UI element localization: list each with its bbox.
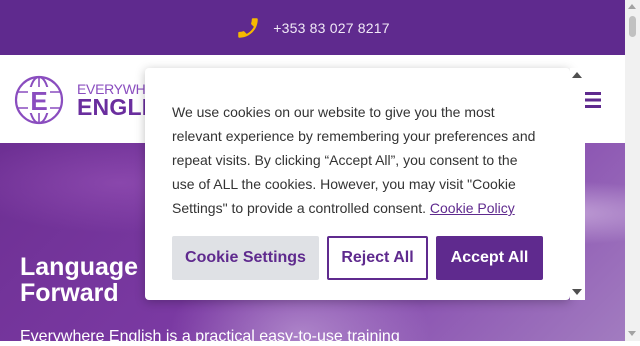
cookie-scroll-down-icon[interactable] [572,289,582,295]
phone-icon [235,15,261,41]
hamburger-menu-icon[interactable] [585,92,601,108]
hero-subtitle: Everywhere English is a practical easy-t… [20,328,400,345]
cookie-settings-button[interactable]: Cookie Settings [172,236,319,280]
cookie-message: We use cookies on our website to give yo… [172,100,542,220]
hero-title-line2: Forward [20,279,119,307]
hero-title: Language Forward [20,254,138,306]
page-scrollbar[interactable] [625,0,640,341]
accept-all-button[interactable]: Accept All [436,236,543,280]
top-contact-bar: +353 83 027 8217 [0,0,625,55]
logo-globe-icon[interactable]: E [14,75,64,125]
svg-text:E: E [30,86,47,116]
scrollbar-thumb[interactable] [629,16,636,37]
scroll-up-arrow-icon[interactable] [628,4,636,9]
reject-all-button[interactable]: Reject All [327,236,428,280]
scroll-down-arrow-icon[interactable] [628,331,636,336]
cookie-dialog-scrollbar[interactable] [570,68,585,300]
hero-title-line1: Language [20,253,139,281]
cookie-policy-link[interactable]: Cookie Policy [430,200,515,216]
phone-number-link[interactable]: +353 83 027 8217 [273,20,389,36]
cookie-scroll-up-icon[interactable] [572,72,582,78]
